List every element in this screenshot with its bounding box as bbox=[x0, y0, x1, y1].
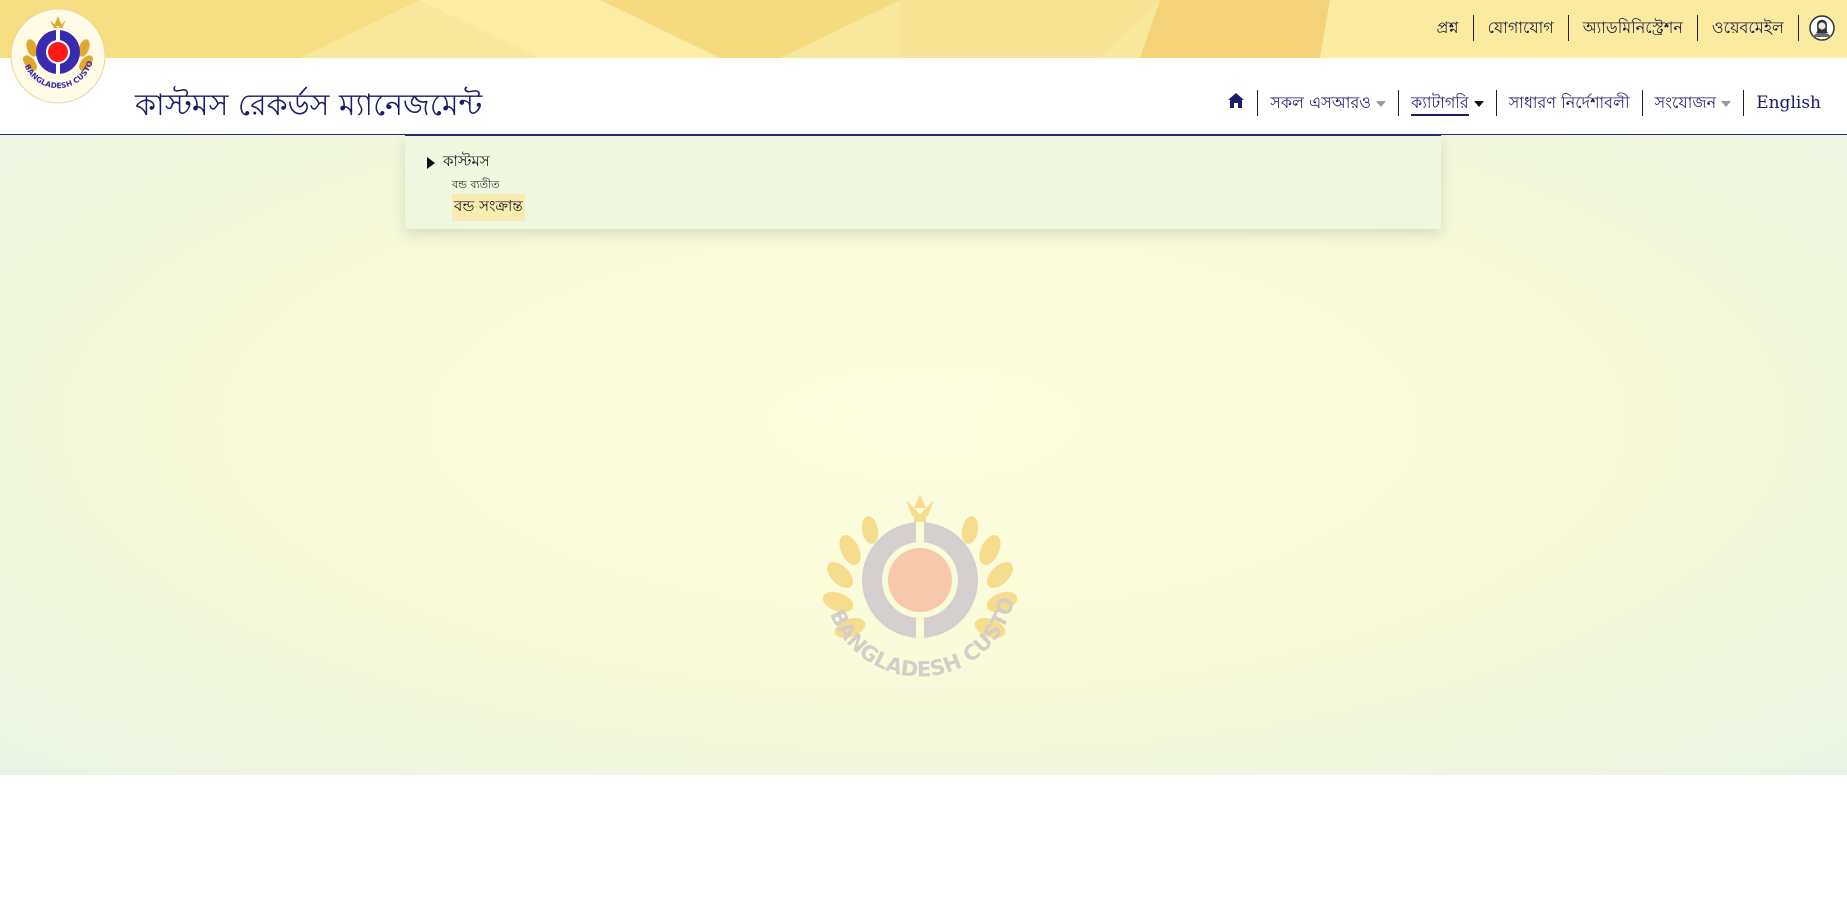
nav-addition-label: সংযোজন bbox=[1654, 93, 1717, 112]
nav-general-instructions[interactable]: সাধারণ নির্দেশাবলী bbox=[1497, 90, 1642, 116]
nav-language-english[interactable]: English bbox=[1744, 90, 1833, 116]
chevron-down-icon bbox=[1721, 100, 1732, 107]
nav-all-sro[interactable]: সকল এসআরও bbox=[1258, 90, 1398, 116]
top-link-questions[interactable]: প্রশ্ন bbox=[1423, 15, 1473, 41]
nav-all-sro-label: সকল এসআরও bbox=[1270, 93, 1372, 112]
home-icon bbox=[1227, 91, 1245, 117]
top-link-webmail[interactable]: ওয়েবমেইল bbox=[1698, 15, 1798, 41]
dropdown-item-without-bond[interactable]: বন্ড ব্যতীত bbox=[452, 176, 499, 195]
dropdown-item-bond-related[interactable]: বন্ড সংক্রান্ত bbox=[452, 194, 525, 221]
nav-home[interactable] bbox=[1215, 90, 1257, 116]
nav-language-label: English bbox=[1756, 93, 1821, 113]
customs-logo[interactable]: BANGLADESH CUSTOMS & VAT bbox=[6, 1, 106, 104]
user-profile-icon[interactable] bbox=[1809, 15, 1835, 41]
dropdown-root-label: কাস্টমস bbox=[443, 152, 490, 170]
top-link-contact[interactable]: যোগাযোগ bbox=[1474, 15, 1568, 41]
top-link-administration[interactable]: অ্যাডমিনিস্ট্রেশন bbox=[1569, 15, 1697, 41]
dropdown-root-customs[interactable]: কাস্টমস bbox=[427, 150, 490, 175]
category-dropdown: কাস্টমস বন্ড ব্যতীত বন্ড সংক্রান্ত bbox=[405, 135, 1441, 229]
chevron-down-icon bbox=[1473, 100, 1484, 107]
chevron-down-icon bbox=[1376, 100, 1387, 107]
main-content: BANGLADESH CUSTOMS & VAT bbox=[0, 135, 1847, 775]
nav-category[interactable]: ক্যাটাগরি bbox=[1399, 90, 1496, 116]
top-bar: প্রশ্ন যোগাযোগ অ্যাডমিনিস্ট্রেশন ওয়েবমে… bbox=[0, 0, 1847, 58]
top-separator bbox=[1798, 15, 1799, 41]
nav-general-instructions-label: সাধারণ নির্দেশাবলী bbox=[1508, 93, 1630, 112]
main-nav: সকল এসআরও ক্যাটাগরি সাধারণ নির্দেশাবলী স… bbox=[1215, 88, 1833, 118]
site-title[interactable]: কাস্টমস রেকর্ডস ম্যানেজমেন্ট bbox=[135, 81, 482, 132]
nav-category-label: ক্যাটাগরি bbox=[1411, 93, 1469, 116]
nav-addition[interactable]: সংযোজন bbox=[1643, 90, 1744, 116]
top-links: প্রশ্ন যোগাযোগ অ্যাডমিনিস্ট্রেশন ওয়েবমে… bbox=[1423, 12, 1835, 44]
triangle-right-icon[interactable] bbox=[427, 156, 435, 169]
emblem-watermark: BANGLADESH CUSTOMS & VAT bbox=[810, 490, 1019, 682]
